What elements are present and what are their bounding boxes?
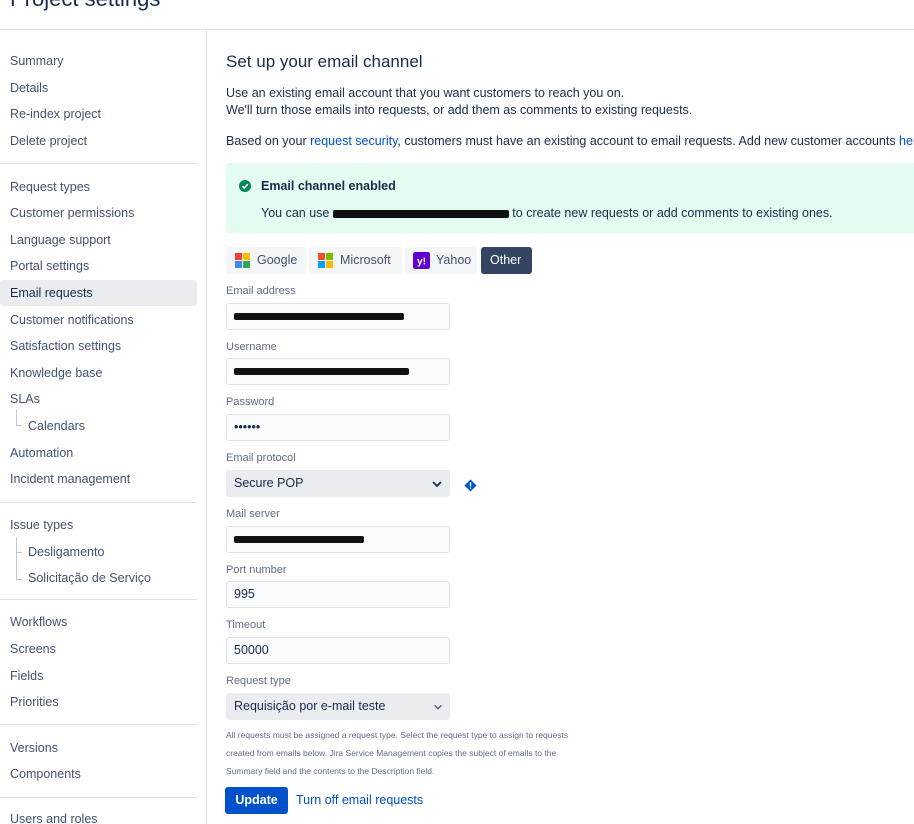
tab-other-label: Other — [490, 253, 522, 267]
mail-server-input[interactable] — [226, 526, 450, 553]
sidebar-item-screens[interactable]: Screens — [0, 636, 197, 662]
sidebar-item-portal-settings[interactable]: Portal settings — [0, 253, 197, 279]
email-address-label: Email address — [226, 285, 296, 297]
microsoft-icon — [318, 253, 333, 268]
sidebar-item-workflows[interactable]: Workflows — [0, 609, 197, 635]
check-circle-icon — [239, 180, 251, 192]
request-type-help-line1: All requests must be assigned a request … — [226, 730, 569, 740]
sidebar-item-solicitacao-de-servico[interactable]: Solicitação de Serviço — [0, 565, 197, 591]
timeout-input[interactable]: 50000 — [226, 637, 450, 664]
yahoo-icon: y! — [413, 252, 430, 269]
username-label: Username — [226, 341, 277, 353]
redacted-value — [234, 313, 404, 321]
turn-off-email-requests-link[interactable]: Turn off email requests — [296, 787, 423, 814]
request-type-value: Requisição por e-mail teste — [234, 699, 386, 713]
request-type-select[interactable]: Requisição por e-mail teste — [226, 693, 450, 720]
email-channel-panel: Set up your email channel Use an existin… — [208, 30, 914, 824]
request-type-help-line3: Summary field and the contents to the De… — [226, 766, 435, 776]
port-number-input[interactable]: 995 — [226, 581, 450, 608]
sidebar-item-customer-notifications[interactable]: Customer notifications — [0, 307, 197, 333]
port-number-label: Port number — [226, 564, 287, 576]
security-prefix: Based on your — [226, 134, 311, 148]
settings-sidebar: Summary Details Re-index project Delete … — [0, 30, 207, 824]
sidebar-item-issue-types[interactable]: Issue types — [0, 512, 197, 538]
intro-text-line2: We'll turn those emails into requests, o… — [226, 103, 693, 117]
timeout-label: Timeout — [226, 619, 266, 631]
chevron-down-icon — [434, 704, 442, 710]
sidebar-item-reindex-project[interactable]: Re-index project — [0, 101, 197, 127]
tab-yahoo[interactable]: y! Yahoo — [405, 247, 477, 274]
tab-yahoo-label: Yahoo — [436, 253, 472, 267]
page-title: Project settings — [10, 0, 160, 12]
password-label: Password — [226, 396, 275, 408]
section-heading: Set up your email channel — [226, 52, 423, 71]
sidebar-divider — [0, 797, 197, 798]
sidebar-item-knowledge-base[interactable]: Knowledge base — [0, 360, 197, 386]
email-protocol-value: Secure POP — [234, 476, 304, 490]
sidebar-item-details[interactable]: Details — [0, 75, 197, 101]
intro-text-line1: Use an existing email account that you w… — [226, 86, 625, 100]
info-icon[interactable] — [464, 479, 477, 492]
sidebar-item-request-types[interactable]: Request types — [0, 174, 197, 200]
tab-microsoft-label: Microsoft — [340, 253, 391, 267]
email-protocol-select[interactable]: Secure POP — [226, 470, 450, 497]
banner-title: Email channel enabled — [261, 179, 396, 193]
request-security-text: Based on your request security, customer… — [226, 134, 914, 148]
redacted-email — [332, 209, 509, 218]
svg-text:y!: y! — [417, 256, 426, 267]
request-type-help-line2: created from emails below. Jira Service … — [226, 748, 557, 758]
sidebar-divider — [0, 599, 197, 600]
add-customer-accounts-link[interactable]: her — [899, 134, 914, 148]
email-protocol-label: Email protocol — [226, 452, 296, 464]
security-suffix: , customers must have an existing accoun… — [397, 134, 900, 148]
request-security-link[interactable]: request security — [310, 134, 397, 148]
sidebar-item-fields[interactable]: Fields — [0, 663, 197, 689]
sidebar-item-calendars[interactable]: Calendars — [0, 413, 197, 439]
banner-text-prefix: You can use — [261, 206, 333, 220]
tab-google[interactable]: Google — [226, 247, 306, 274]
sidebar-item-delete-project[interactable]: Delete project — [0, 128, 197, 154]
chevron-down-icon — [432, 481, 442, 488]
username-input[interactable] — [226, 358, 450, 385]
sidebar-item-automation[interactable]: Automation — [0, 440, 197, 466]
sidebar-divider — [0, 724, 197, 725]
success-banner: Email channel enabled You can use to cre… — [226, 163, 914, 233]
sidebar-divider — [0, 502, 197, 503]
request-type-label: Request type — [226, 675, 291, 687]
sidebar-item-email-requests[interactable]: Email requests — [0, 280, 197, 306]
banner-text-suffix: to create new requests or add comments t… — [508, 206, 833, 220]
email-address-input[interactable] — [226, 303, 450, 330]
sidebar-item-language-support[interactable]: Language support — [0, 227, 197, 253]
redacted-value — [234, 368, 409, 376]
password-input[interactable]: •••••• — [226, 414, 450, 441]
redacted-value — [234, 536, 364, 544]
tab-other[interactable]: Other — [481, 247, 532, 274]
sidebar-item-satisfaction-settings[interactable]: Satisfaction settings — [0, 333, 197, 359]
sidebar-item-versions[interactable]: Versions — [0, 735, 197, 761]
google-icon — [235, 253, 250, 268]
sidebar-item-priorities[interactable]: Priorities — [0, 689, 197, 715]
sidebar-item-incident-management[interactable]: Incident management — [0, 466, 197, 492]
update-button[interactable]: Update — [225, 787, 288, 814]
sidebar-item-desligamento[interactable]: Desligamento — [0, 539, 197, 565]
tab-google-label: Google — [257, 253, 298, 267]
sidebar-divider — [0, 163, 197, 164]
sidebar-item-components[interactable]: Components — [0, 761, 197, 787]
tab-microsoft[interactable]: Microsoft — [309, 247, 402, 274]
sidebar-item-summary[interactable]: Summary — [0, 48, 197, 74]
mail-server-label: Mail server — [226, 508, 280, 520]
banner-text: You can use to create new requests or ad… — [261, 206, 833, 220]
sidebar-item-users-and-roles[interactable]: Users and roles — [0, 806, 197, 824]
sidebar-item-customer-permissions[interactable]: Customer permissions — [0, 200, 197, 226]
sidebar-item-slas[interactable]: SLAs — [0, 386, 197, 412]
